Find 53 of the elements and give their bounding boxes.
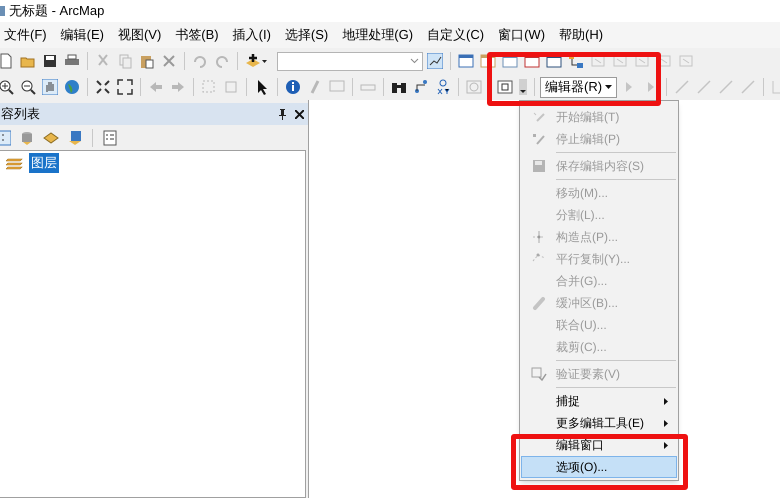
list-by-source-icon[interactable] bbox=[19, 130, 35, 146]
caret-icon bbox=[605, 85, 612, 89]
options-icon[interactable] bbox=[102, 130, 118, 146]
menu-item-icon bbox=[531, 295, 547, 311]
submenu-arrow-icon bbox=[664, 420, 668, 426]
menu-item[interactable]: 地理处理(G) bbox=[335, 24, 420, 46]
app-icon bbox=[0, 5, 6, 17]
list-by-visibility-icon[interactable] bbox=[43, 130, 59, 146]
menu-item[interactable]: 书签(B) bbox=[168, 24, 226, 46]
editor-menu-button[interactable]: 编辑器(R) bbox=[540, 76, 618, 98]
table-window-icon[interactable] bbox=[458, 53, 474, 69]
window-title: 无标题 - ArcMap bbox=[9, 2, 104, 20]
fixed-zoom-out-icon[interactable] bbox=[117, 79, 133, 95]
pin-icon[interactable] bbox=[278, 108, 287, 120]
zoom-in-icon[interactable] bbox=[0, 79, 14, 95]
menu-item[interactable]: 文件(F) bbox=[0, 24, 54, 46]
menu-item[interactable]: 选项(O)... bbox=[521, 456, 677, 478]
menu-item[interactable]: 自定义(C) bbox=[420, 24, 492, 46]
menu-item[interactable]: 视图(V) bbox=[110, 24, 168, 46]
zoom-out-icon[interactable] bbox=[20, 79, 36, 95]
go-to-xy-icon[interactable] bbox=[435, 79, 451, 95]
fixed-zoom-in-icon[interactable] bbox=[95, 79, 111, 95]
submenu-arrow-icon bbox=[664, 398, 668, 404]
menu-item[interactable]: 捕捉 bbox=[521, 390, 677, 412]
add-data-icon[interactable] bbox=[245, 53, 269, 69]
menu-item[interactable]: 选择(S) bbox=[278, 24, 336, 46]
close-icon[interactable] bbox=[295, 110, 304, 118]
overflow-icon[interactable] bbox=[519, 79, 527, 95]
list-by-drawing-order-icon[interactable] bbox=[0, 130, 11, 146]
new-document-icon[interactable] bbox=[0, 53, 14, 69]
menu-item-icon bbox=[531, 131, 547, 147]
menu-item[interactable]: 编辑窗口 bbox=[521, 434, 677, 456]
menu-item[interactable]: 帮助(H) bbox=[552, 24, 610, 46]
delete-icon[interactable] bbox=[161, 53, 177, 69]
identify-icon[interactable] bbox=[285, 79, 301, 95]
menu-item[interactable]: 编辑(E) bbox=[54, 24, 111, 46]
scale-field[interactable] bbox=[277, 52, 423, 70]
menu-item[interactable]: 更多编辑工具(E) bbox=[521, 412, 677, 434]
layer-label[interactable]: 图层 bbox=[29, 153, 59, 173]
panel-title: 容列表 bbox=[1, 105, 40, 124]
menu-item[interactable]: 插入(I) bbox=[226, 24, 278, 46]
menu-item-icon bbox=[531, 366, 547, 382]
layers-icon bbox=[6, 156, 24, 170]
submenu-arrow-icon bbox=[664, 442, 668, 448]
menu-item[interactable]: 窗口(W) bbox=[491, 24, 552, 46]
save-icon[interactable] bbox=[42, 53, 58, 69]
route-icon[interactable] bbox=[413, 79, 429, 95]
chevron-icon bbox=[410, 58, 419, 64]
editor-toolbar-icon[interactable] bbox=[427, 53, 443, 69]
list-by-selection-icon[interactable] bbox=[67, 130, 83, 146]
menu-item-icon bbox=[531, 158, 547, 174]
paste-icon[interactable] bbox=[139, 53, 155, 69]
globe-icon[interactable] bbox=[64, 79, 80, 95]
